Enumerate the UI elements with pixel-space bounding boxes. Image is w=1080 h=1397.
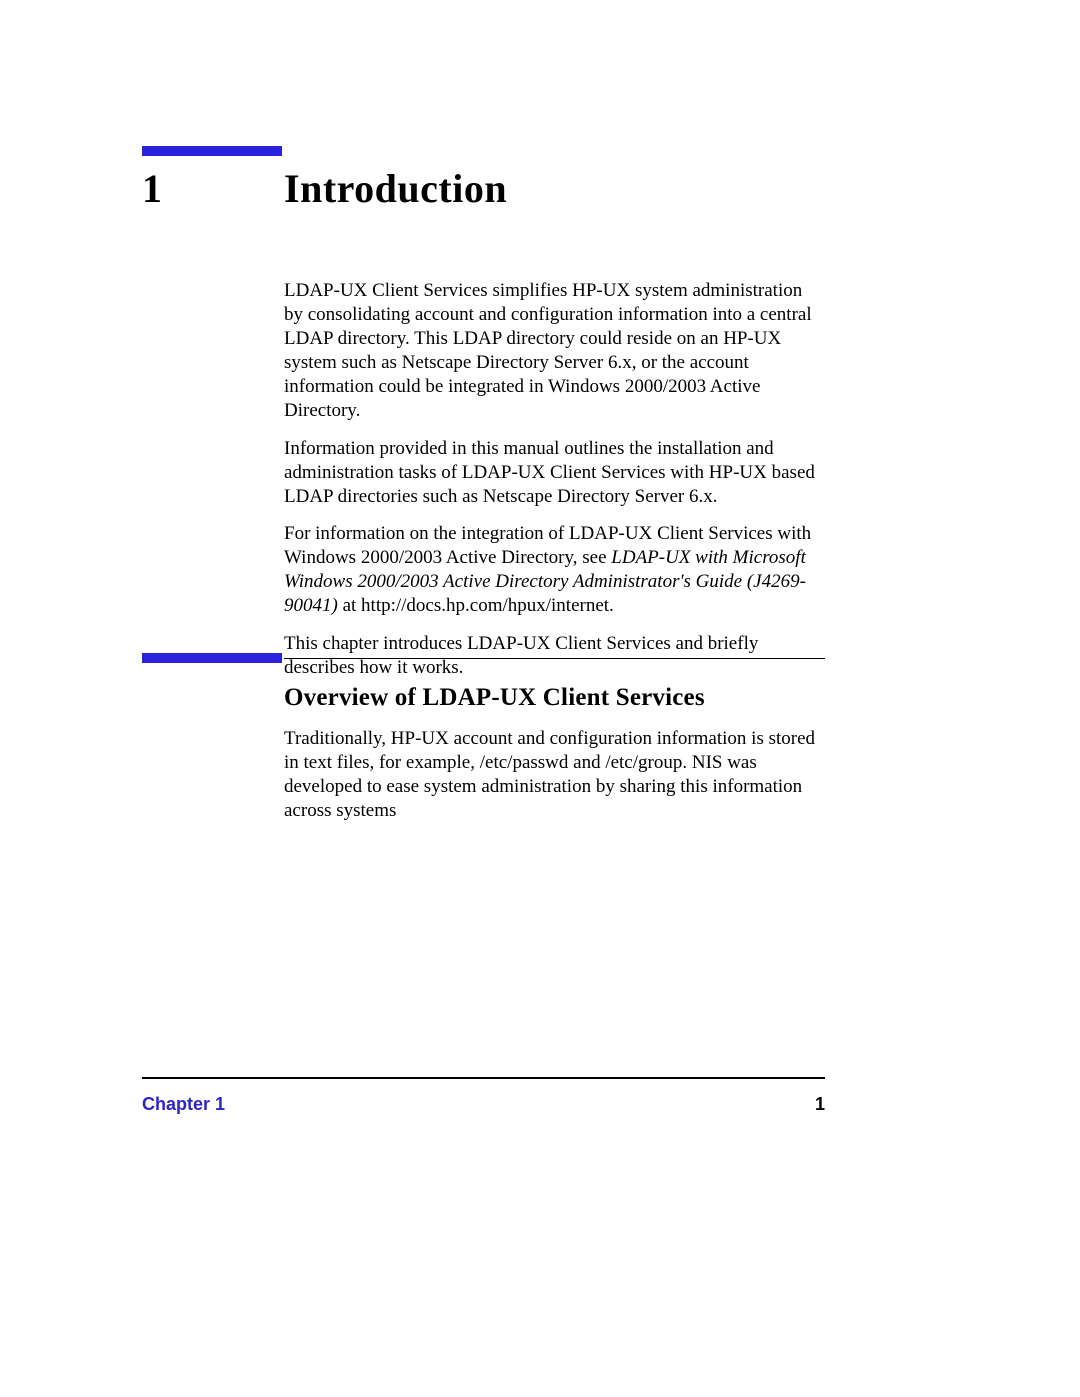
intro-paragraph-1: LDAP-UX Client Services simplifies HP-UX… — [284, 279, 824, 423]
intro-paragraph-2: Information provided in this manual outl… — [284, 437, 824, 509]
footer-chapter-label: Chapter 1 — [142, 1094, 225, 1115]
chapter-rule — [142, 146, 282, 156]
page: 1 Introduction LDAP-UX Client Services s… — [0, 0, 1080, 1397]
section-rule-accent — [142, 653, 282, 663]
section-heading: Overview of LDAP-UX Client Services — [284, 684, 705, 712]
footer-rule — [142, 1077, 825, 1079]
footer-page-number: 1 — [815, 1094, 825, 1115]
intro-paragraph-4: This chapter introduces LDAP-UX Client S… — [284, 632, 824, 680]
intro-text: LDAP-UX Client Services simplifies HP-UX… — [284, 279, 824, 694]
section-rule-line — [284, 658, 825, 659]
intro-p3-tail: at http://docs.hp.com/hpux/internet. — [338, 595, 614, 616]
section-paragraph-1: Traditionally, HP-UX account and configu… — [284, 727, 824, 823]
section-body: Traditionally, HP-UX account and configu… — [284, 727, 824, 837]
chapter-number: 1 — [142, 165, 163, 212]
chapter-title: Introduction — [284, 165, 507, 212]
intro-paragraph-3: For information on the integration of LD… — [284, 522, 824, 618]
